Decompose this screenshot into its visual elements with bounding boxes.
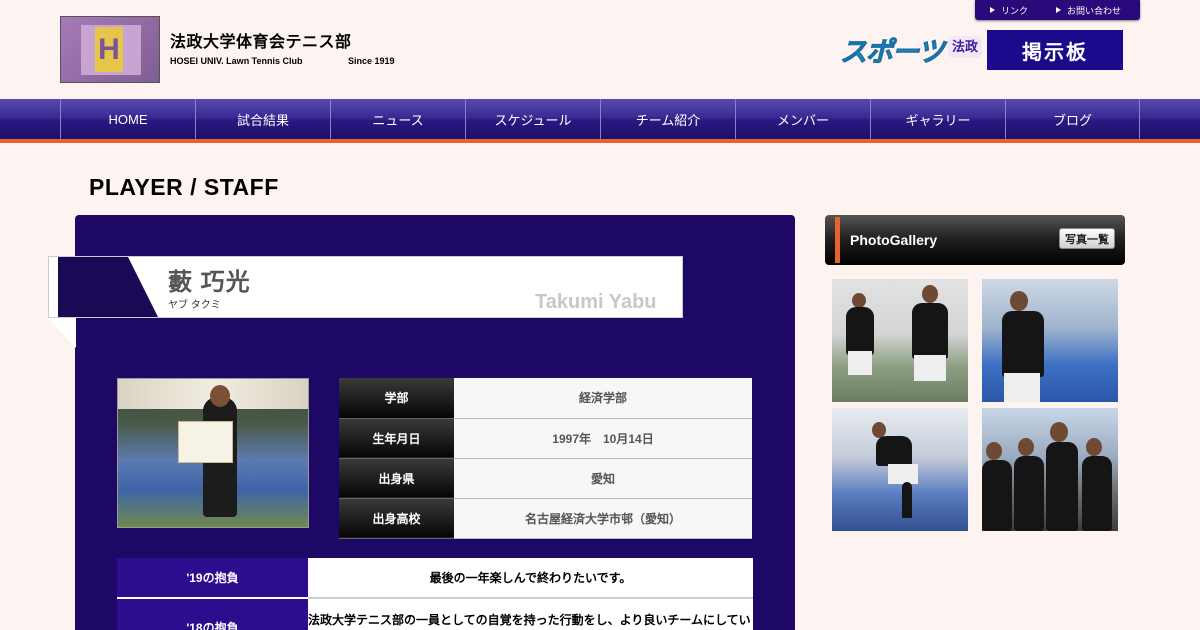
link-link[interactable]: リンク [990, 4, 1028, 17]
goal-label: '18の抱負 [117, 598, 308, 630]
profile-label: 出身県 [339, 458, 454, 499]
table-row: 出身高校 名古屋経済大学市邨（愛知） [339, 498, 752, 539]
profile-value: 名古屋経済大学市邨（愛知） [454, 498, 752, 539]
thumb-figure [1082, 456, 1112, 531]
table-row: '18の抱負 法政大学テニス部の一員としての自覚を持った行動をし、より良いチーム… [117, 598, 753, 630]
nav-blog[interactable]: ブログ [1005, 99, 1140, 139]
player-name: 藪 巧光 [168, 269, 251, 296]
logo-letter: H [95, 27, 123, 72]
profile-value: 愛知 [454, 458, 752, 499]
profile-label: 出身高校 [339, 498, 454, 539]
triangle-icon [1056, 7, 1062, 13]
thumb-figure [876, 436, 912, 466]
top-links: リンク お問い合わせ [975, 0, 1140, 20]
name-plate-fold [48, 318, 76, 348]
nav-members[interactable]: メンバー [735, 99, 870, 139]
gallery-title: PhotoGallery [850, 232, 938, 248]
table-row: 出身県 愛知 [339, 458, 752, 499]
thumb-figure-legs [1004, 373, 1040, 402]
page-title: PLAYER / STAFF [89, 174, 279, 200]
contact-link[interactable]: お問い合わせ [1056, 4, 1121, 17]
site-subtitle: HOSEI UNIV. Lawn Tennis Club [170, 56, 303, 66]
link-link-label: リンク [1001, 5, 1029, 16]
nav-news[interactable]: ニュース [330, 99, 465, 139]
gallery-thumbnail[interactable] [832, 279, 968, 402]
goal-value: 最後の一年楽しんで終わりたいです。 [308, 558, 753, 599]
thumb-figure [912, 303, 948, 359]
nav-accent-bar [0, 139, 1200, 143]
sports-hosei-logo[interactable]: スポーツ 法政 [839, 30, 985, 68]
site-since: Since 1919 [348, 56, 395, 66]
nav-home[interactable]: HOME [60, 99, 195, 139]
table-row: '19の抱負 最後の一年楽しんで終わりたいです。 [117, 558, 753, 599]
sports-logo-text: スポーツ [839, 37, 944, 68]
thumb-figure-head [922, 285, 938, 303]
nav-results[interactable]: 試合結果 [195, 99, 330, 139]
thumb-figure-head [1086, 438, 1102, 456]
table-row: 生年月日 1997年 10月14日 [339, 418, 752, 459]
thumb-figure [902, 482, 912, 518]
player-name-roman: Takumi Yabu [535, 291, 657, 313]
thumb-figure-head [1018, 438, 1034, 456]
thumb-figure-head [1010, 291, 1028, 311]
thumb-figure-legs [914, 355, 946, 381]
thumb-figure [846, 307, 874, 355]
player-photo [117, 378, 309, 528]
thumb-figure-head [852, 293, 866, 308]
profile-table: 学部 経済学部 生年月日 1997年 10月14日 出身県 愛知 出身高校 名古… [339, 378, 752, 539]
sports-logo-badge: 法政 [948, 36, 982, 58]
thumb-figure [1002, 311, 1044, 377]
player-name-kana: ヤブ タクミ [168, 300, 221, 311]
triangle-icon [990, 7, 995, 13]
thumb-figure-head [986, 442, 1002, 460]
thumb-figure-head [1050, 422, 1068, 442]
thumb-figure-legs [888, 464, 918, 484]
site-title[interactable]: 法政大学体育会テニス部 [170, 28, 352, 52]
photo-list-button[interactable]: 写真一覧 [1059, 228, 1115, 249]
thumb-figure-legs [848, 351, 872, 375]
thumb-figure [1014, 456, 1044, 531]
gallery-thumbnail[interactable] [982, 408, 1118, 531]
goal-value: 法政大学テニス部の一員としての自覚を持った行動をし、より良いチームにしてい [308, 598, 753, 630]
photo-certificate [178, 421, 233, 463]
profile-label: 学部 [339, 378, 454, 419]
nav-schedule[interactable]: スケジュール [465, 99, 600, 139]
goal-label: '19の抱負 [117, 558, 308, 599]
profile-value: 経済学部 [454, 378, 752, 419]
goals-table: '19の抱負 最後の一年楽しんで終わりたいです。 '18の抱負 法政大学テニス部… [117, 558, 753, 630]
main-nav: HOME 試合結果 ニュース スケジュール チーム紹介 メンバー ギャラリー ブ… [0, 99, 1200, 139]
board-button[interactable]: 掲示板 [987, 30, 1123, 70]
nav-team[interactable]: チーム紹介 [600, 99, 735, 139]
profile-label: 生年月日 [339, 418, 454, 459]
thumb-figure [1046, 442, 1078, 531]
gallery-thumbnail[interactable] [832, 408, 968, 531]
table-row: 学部 経済学部 [339, 378, 752, 419]
profile-value: 1997年 10月14日 [454, 418, 752, 459]
thumb-figure [982, 460, 1012, 531]
nav-gallery[interactable]: ギャラリー [870, 99, 1005, 139]
gallery-accent-bar [835, 217, 840, 263]
gallery-thumbnail[interactable] [982, 279, 1118, 402]
photo-person-head [210, 385, 230, 407]
contact-link-label: お問い合わせ [1067, 5, 1122, 16]
club-logo[interactable]: H [60, 16, 160, 83]
